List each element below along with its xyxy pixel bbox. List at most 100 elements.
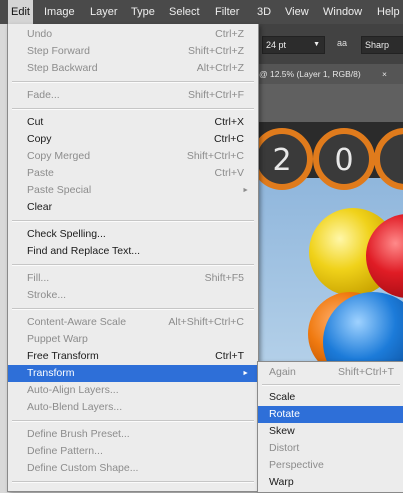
submenu-item-label: Again xyxy=(269,366,296,378)
menu-item-label: Auto-Align Layers... xyxy=(27,384,119,396)
menu-separator xyxy=(12,220,254,222)
menu-item-shortcut: Shift+Ctrl+C xyxy=(186,150,244,162)
menu-item-shortcut: Ctrl+Z xyxy=(215,28,244,40)
menu-item-find-replace[interactable]: Find and Replace Text... xyxy=(8,243,258,260)
menu-item-label: Fill... xyxy=(27,272,50,284)
submenu-item-scale[interactable]: Scale xyxy=(258,389,403,406)
menu-item-define-custom-shape[interactable]: Define Custom Shape... xyxy=(8,460,258,477)
submenu-item-perspective[interactable]: Perspective xyxy=(258,457,403,474)
menu-item-copy-merged[interactable]: Copy Merged Shift+Ctrl+C xyxy=(8,148,258,165)
document-tab[interactable]: @ 12.5% (Layer 1, RGB/8) × xyxy=(255,64,403,84)
menu-item-shortcut: Ctrl+C xyxy=(213,133,244,145)
antialias-select[interactable]: Sharp xyxy=(361,36,403,54)
menu-item-step-backward[interactable]: Step Backward Alt+Ctrl+Z xyxy=(8,60,258,77)
menu-item-label: Auto-Blend Layers... xyxy=(27,401,123,413)
menu-item-cut[interactable]: Cut Ctrl+X xyxy=(8,114,258,131)
menu-separator xyxy=(12,420,254,422)
menu-item-fade[interactable]: Fade... Shift+Ctrl+F xyxy=(8,87,258,104)
menu-item-label: Define Brush Preset... xyxy=(27,428,130,440)
menu-item-clear[interactable]: Clear xyxy=(8,199,258,216)
menu-3d[interactable]: 3D xyxy=(254,0,274,24)
menu-help[interactable]: Help xyxy=(374,0,403,24)
submenu-item-label: Distort xyxy=(269,442,300,454)
close-icon[interactable]: × xyxy=(382,64,387,84)
submenu-item-label: Warp xyxy=(269,476,294,488)
menu-item-shortcut: Shift+F5 xyxy=(204,272,244,284)
menu-separator xyxy=(12,264,254,266)
submenu-item-rotate[interactable]: Rotate xyxy=(258,406,403,423)
menu-item-fill[interactable]: Fill... Shift+F5 xyxy=(8,270,258,287)
menu-item-label: Transform xyxy=(27,367,75,379)
menu-item-paste-special[interactable]: Paste Special ► xyxy=(8,182,258,199)
menu-item-define-brush-preset[interactable]: Define Brush Preset... xyxy=(8,426,258,443)
menu-separator xyxy=(12,108,254,110)
menu-item-shortcut: Shift+Ctrl+F xyxy=(187,89,244,101)
submenu-item-shortcut: Shift+Ctrl+T xyxy=(337,366,394,378)
submenu-item-warp[interactable]: Warp xyxy=(258,474,403,491)
menu-item-label: Paste xyxy=(27,167,54,179)
menu-view[interactable]: View xyxy=(282,0,312,24)
submenu-arrow-icon: ► xyxy=(242,187,249,194)
menu-item-label: Find and Replace Text... xyxy=(27,245,141,257)
chevron-down-icon[interactable]: ▼ xyxy=(313,37,320,53)
menu-item-content-aware-scale[interactable]: Content-Aware Scale Alt+Shift+Ctrl+C xyxy=(8,314,258,331)
digit-label: 2 xyxy=(272,143,291,178)
digit-label: 0 xyxy=(334,143,353,178)
menu-item-label: Copy xyxy=(27,133,52,145)
digit-circle-1: 2 xyxy=(255,128,313,190)
menu-item-label: Free Transform xyxy=(27,350,99,362)
menu-item-paste[interactable]: Paste Ctrl+V xyxy=(8,165,258,182)
menu-separator xyxy=(12,81,254,83)
menu-edit[interactable]: Edit xyxy=(8,0,33,24)
menu-filter[interactable]: Filter xyxy=(212,0,242,24)
menu-item-label: Copy Merged xyxy=(27,150,91,162)
menu-item-define-pattern[interactable]: Define Pattern... xyxy=(8,443,258,460)
document-tab-title: @ 12.5% (Layer 1, RGB/8) xyxy=(259,69,361,79)
menu-item-label: Check Spelling... xyxy=(27,228,106,240)
menu-item-label: Define Pattern... xyxy=(27,445,103,457)
submenu-arrow-icon: ► xyxy=(242,370,249,377)
menu-item-label: Fade... xyxy=(27,89,60,101)
menu-item-label: Stroke... xyxy=(27,289,67,301)
menu-bar: Edit Image Layer Type Select Filter 3D V… xyxy=(0,0,403,24)
menu-item-label: Step Backward xyxy=(27,62,98,74)
menu-item-check-spelling[interactable]: Check Spelling... xyxy=(8,226,258,243)
menu-item-step-forward[interactable]: Step Forward Shift+Ctrl+Z xyxy=(8,43,258,60)
menu-image[interactable]: Image xyxy=(41,0,78,24)
menu-item-shortcut: Alt+Ctrl+Z xyxy=(196,62,244,74)
edit-menu: Undo Ctrl+Z Step Forward Shift+Ctrl+Z St… xyxy=(7,24,259,492)
menu-item-label: Content-Aware Scale xyxy=(27,316,127,328)
menu-select[interactable]: Select xyxy=(166,0,203,24)
menu-window[interactable]: Window xyxy=(320,0,365,24)
menu-item-shortcut: Ctrl+T xyxy=(215,350,244,362)
menu-item-shortcut: Ctrl+X xyxy=(214,116,244,128)
menu-item-copy[interactable]: Copy Ctrl+C xyxy=(8,131,258,148)
menu-type[interactable]: Type xyxy=(128,0,158,24)
menu-layer[interactable]: Layer xyxy=(87,0,121,24)
antialias-icon: aa xyxy=(337,38,348,48)
submenu-item-again[interactable]: Again Shift+Ctrl+T xyxy=(258,364,403,381)
menu-item-label: Undo xyxy=(27,28,53,40)
submenu-item-label: Rotate xyxy=(269,408,300,420)
menu-item-label: Define Custom Shape... xyxy=(27,462,139,474)
menu-item-label: Paste Special xyxy=(27,184,92,196)
menu-separator xyxy=(12,481,254,483)
font-size-field[interactable]: 24 pt ▼ xyxy=(262,36,325,54)
menu-item-puppet-warp[interactable]: Puppet Warp xyxy=(8,331,258,348)
font-size-value: 24 pt xyxy=(266,40,287,50)
digit-circle-2: 0 xyxy=(313,128,375,190)
menu-item-shortcut: Shift+Ctrl+Z xyxy=(187,45,244,57)
menu-item-auto-align-layers[interactable]: Auto-Align Layers... xyxy=(8,382,258,399)
menu-item-label: Step Forward xyxy=(27,45,91,57)
menu-item-free-transform[interactable]: Free Transform Ctrl+T xyxy=(8,348,258,365)
antialias-value: Sharp xyxy=(365,40,390,50)
menu-item-label: Puppet Warp xyxy=(27,333,88,345)
menu-item-stroke[interactable]: Stroke... xyxy=(8,287,258,304)
menu-item-label: Cut xyxy=(27,116,44,128)
menu-item-undo[interactable]: Undo Ctrl+Z xyxy=(8,26,258,43)
submenu-item-skew[interactable]: Skew xyxy=(258,423,403,440)
menu-item-auto-blend-layers[interactable]: Auto-Blend Layers... xyxy=(8,399,258,416)
submenu-item-distort[interactable]: Distort xyxy=(258,440,403,457)
menu-item-transform[interactable]: Transform ► xyxy=(8,365,258,382)
submenu-item-label: Scale xyxy=(269,391,296,403)
